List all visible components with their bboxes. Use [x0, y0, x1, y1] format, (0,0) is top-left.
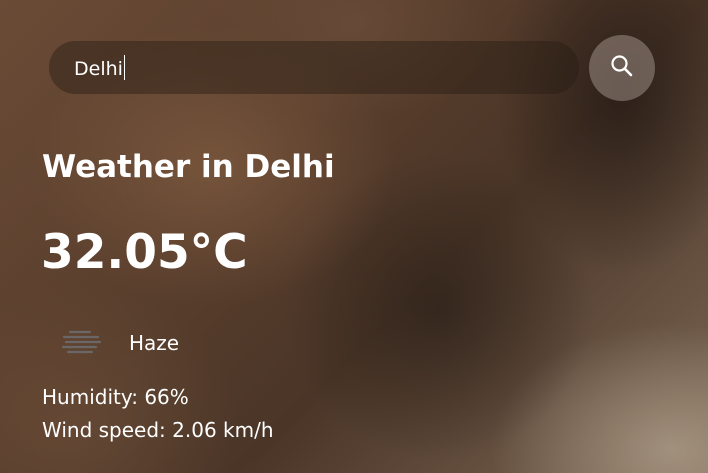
weather-title: Weather in Delhi — [42, 149, 335, 185]
search-icon — [609, 53, 635, 83]
haze-icon — [60, 328, 104, 358]
search-input-value[interactable]: Delhi — [74, 55, 125, 82]
humidity-text: Humidity: 66% — [42, 385, 189, 409]
text-caret — [123, 55, 125, 80]
wind-speed-text: Wind speed: 2.06 km/h — [42, 418, 274, 442]
weather-description: Haze — [129, 331, 180, 355]
search-button[interactable] — [589, 35, 655, 101]
temperature: 32.05°C — [41, 225, 248, 280]
search-input[interactable] — [49, 41, 579, 94]
